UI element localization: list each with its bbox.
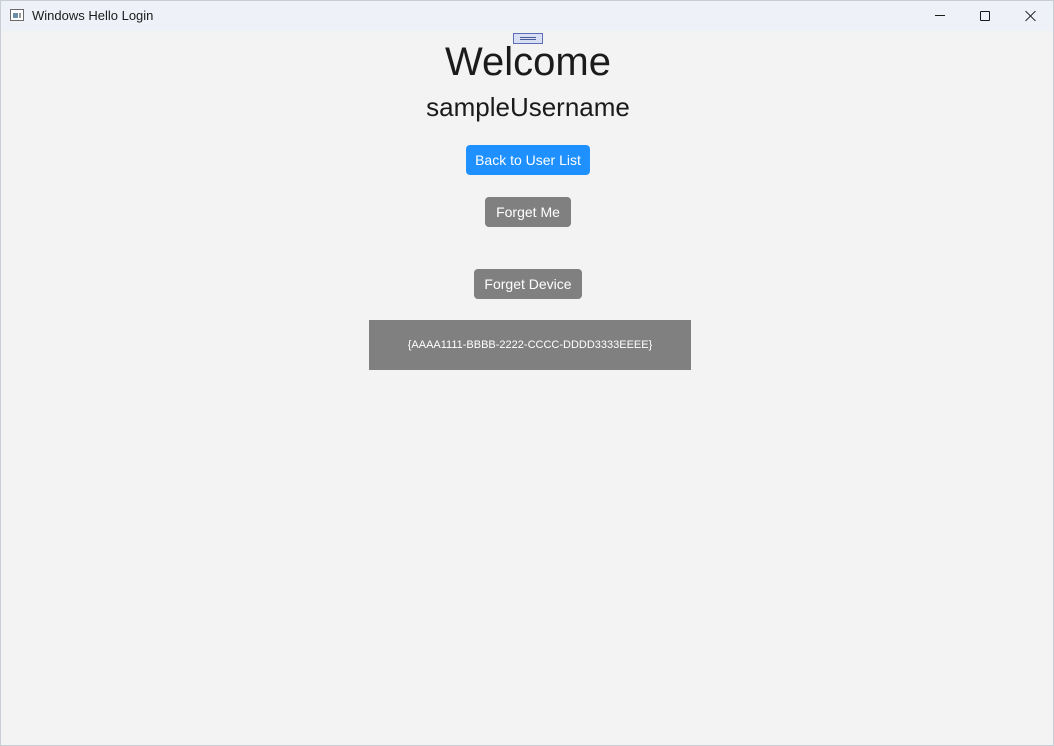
maximize-button[interactable] <box>962 1 1008 31</box>
back-to-user-list-button[interactable]: Back to User List <box>466 145 590 175</box>
app-icon <box>10 9 24 21</box>
close-icon <box>1025 10 1037 22</box>
username-label: sampleUsername <box>426 92 630 122</box>
minimize-button[interactable] <box>917 1 963 31</box>
title-bar[interactable]: Windows Hello Login <box>1 1 1053 31</box>
close-button[interactable] <box>1007 1 1053 31</box>
window-title: Windows Hello Login <box>32 8 154 23</box>
forget-device-button[interactable]: Forget Device <box>474 269 582 299</box>
device-id-label: {AAAA1111-BBBB-2222-CCCC-DDDD3333EEEE} <box>369 320 691 370</box>
welcome-heading: Welcome <box>445 40 611 84</box>
forget-me-button[interactable]: Forget Me <box>485 197 571 227</box>
app-window: Windows Hello Login Welcome sampleUserna… <box>0 0 1054 746</box>
maximize-icon <box>980 11 990 21</box>
minimize-icon <box>935 15 945 16</box>
